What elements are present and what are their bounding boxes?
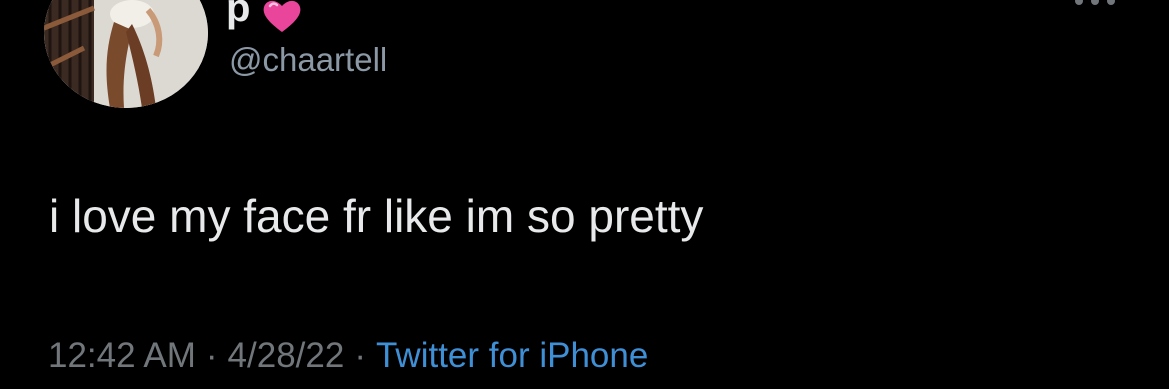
meta-separator: · xyxy=(205,336,218,375)
user-handle[interactable]: @chaartell xyxy=(229,40,387,80)
meta-separator: · xyxy=(354,336,366,375)
source-link[interactable]: Twitter for iPhone xyxy=(376,336,648,375)
tweet-meta: 12:42 AM · 4/28/22 · Twitter for iPhone xyxy=(48,334,648,378)
tweet-time[interactable]: 12:42 AM xyxy=(48,336,196,375)
more-options-icon[interactable] xyxy=(1072,0,1118,12)
display-name[interactable]: p xyxy=(226,0,250,28)
tweet-text: i love my face fr like im so pretty xyxy=(49,190,704,242)
avatar[interactable] xyxy=(44,0,208,108)
pink-heart-icon xyxy=(260,0,304,36)
tweet-card: p @chaartell i love my face fr like im s… xyxy=(0,0,1169,389)
tweet-date[interactable]: 4/28/22 xyxy=(228,336,345,375)
avatar-photo xyxy=(44,0,208,108)
display-name-row[interactable]: p xyxy=(226,0,304,33)
